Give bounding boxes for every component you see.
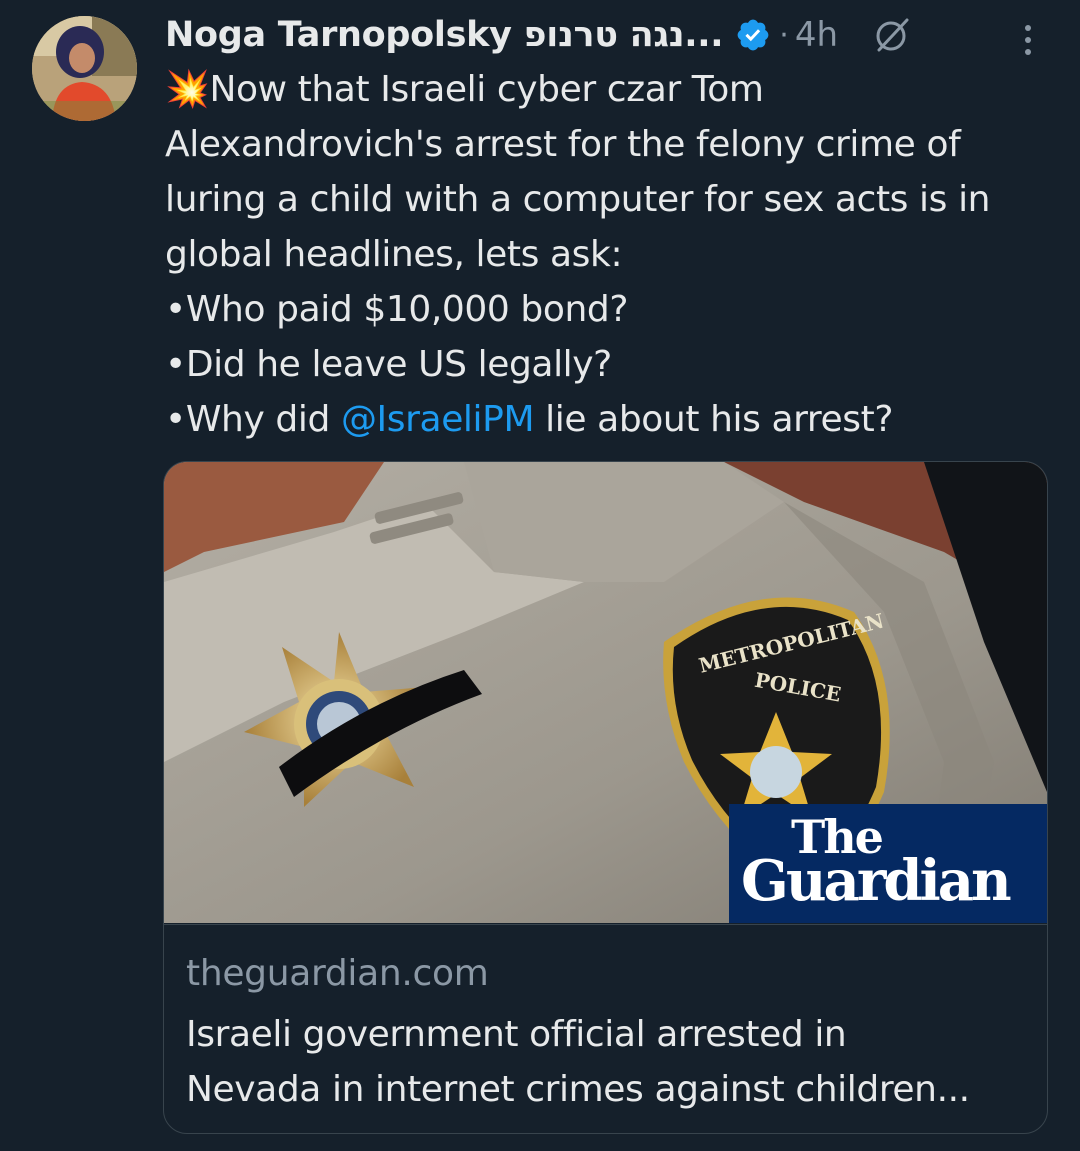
- link-preview-card[interactable]: METROPOLITAN POLICE The Guardian theguar…: [163, 461, 1048, 1134]
- collision-emoji: 💥: [165, 69, 210, 110]
- tweet-text-line: •Who paid $10,000 bond?: [165, 289, 629, 330]
- grok-icon[interactable]: [872, 15, 912, 55]
- card-title-line: Nevada in internet crimes against childr…: [186, 1069, 970, 1110]
- header-separator: ·: [779, 17, 789, 53]
- tweet-text: 💥Now that Israeli cyber czar Tom Alexand…: [165, 62, 1060, 447]
- tweet-text-line: luring a child with a computer for sex a…: [165, 179, 991, 220]
- card-title-line: Israeli government official arrested in: [186, 1014, 847, 1055]
- tweet-text-line: •Why did @IsraeliPM lie about his arrest…: [165, 399, 894, 440]
- verified-badge-icon: [735, 17, 771, 53]
- author-display-name[interactable]: Noga Tarnopolsky נגה טרנופ...: [165, 15, 724, 55]
- more-vertical-icon[interactable]: [1016, 20, 1040, 60]
- tweet-text-line: •Did he leave US legally?: [165, 344, 612, 385]
- tweet-text-line: global headlines, lets ask:: [165, 234, 623, 275]
- tweet-text-line: Alexandrovich's arrest for the felony cr…: [165, 124, 961, 165]
- card-thumbnail-image[interactable]: METROPOLITAN POLICE The Guardian: [164, 462, 1047, 923]
- tweet-timestamp[interactable]: 4h: [795, 15, 838, 55]
- guardian-logo: The Guardian: [729, 804, 1047, 923]
- card-domain: theguardian.com: [186, 953, 489, 994]
- author-avatar[interactable]: [32, 16, 137, 121]
- card-title: Israeli government official arrested in …: [186, 1007, 1026, 1117]
- tweet-header: Noga Tarnopolsky נגה טרנופ... · 4h: [165, 8, 1065, 62]
- mention-link[interactable]: @IsraeliPM: [341, 399, 535, 440]
- tweet-text-line: 💥Now that Israeli cyber czar Tom: [165, 69, 764, 110]
- card-meta[interactable]: theguardian.com Israeli government offic…: [164, 924, 1047, 1133]
